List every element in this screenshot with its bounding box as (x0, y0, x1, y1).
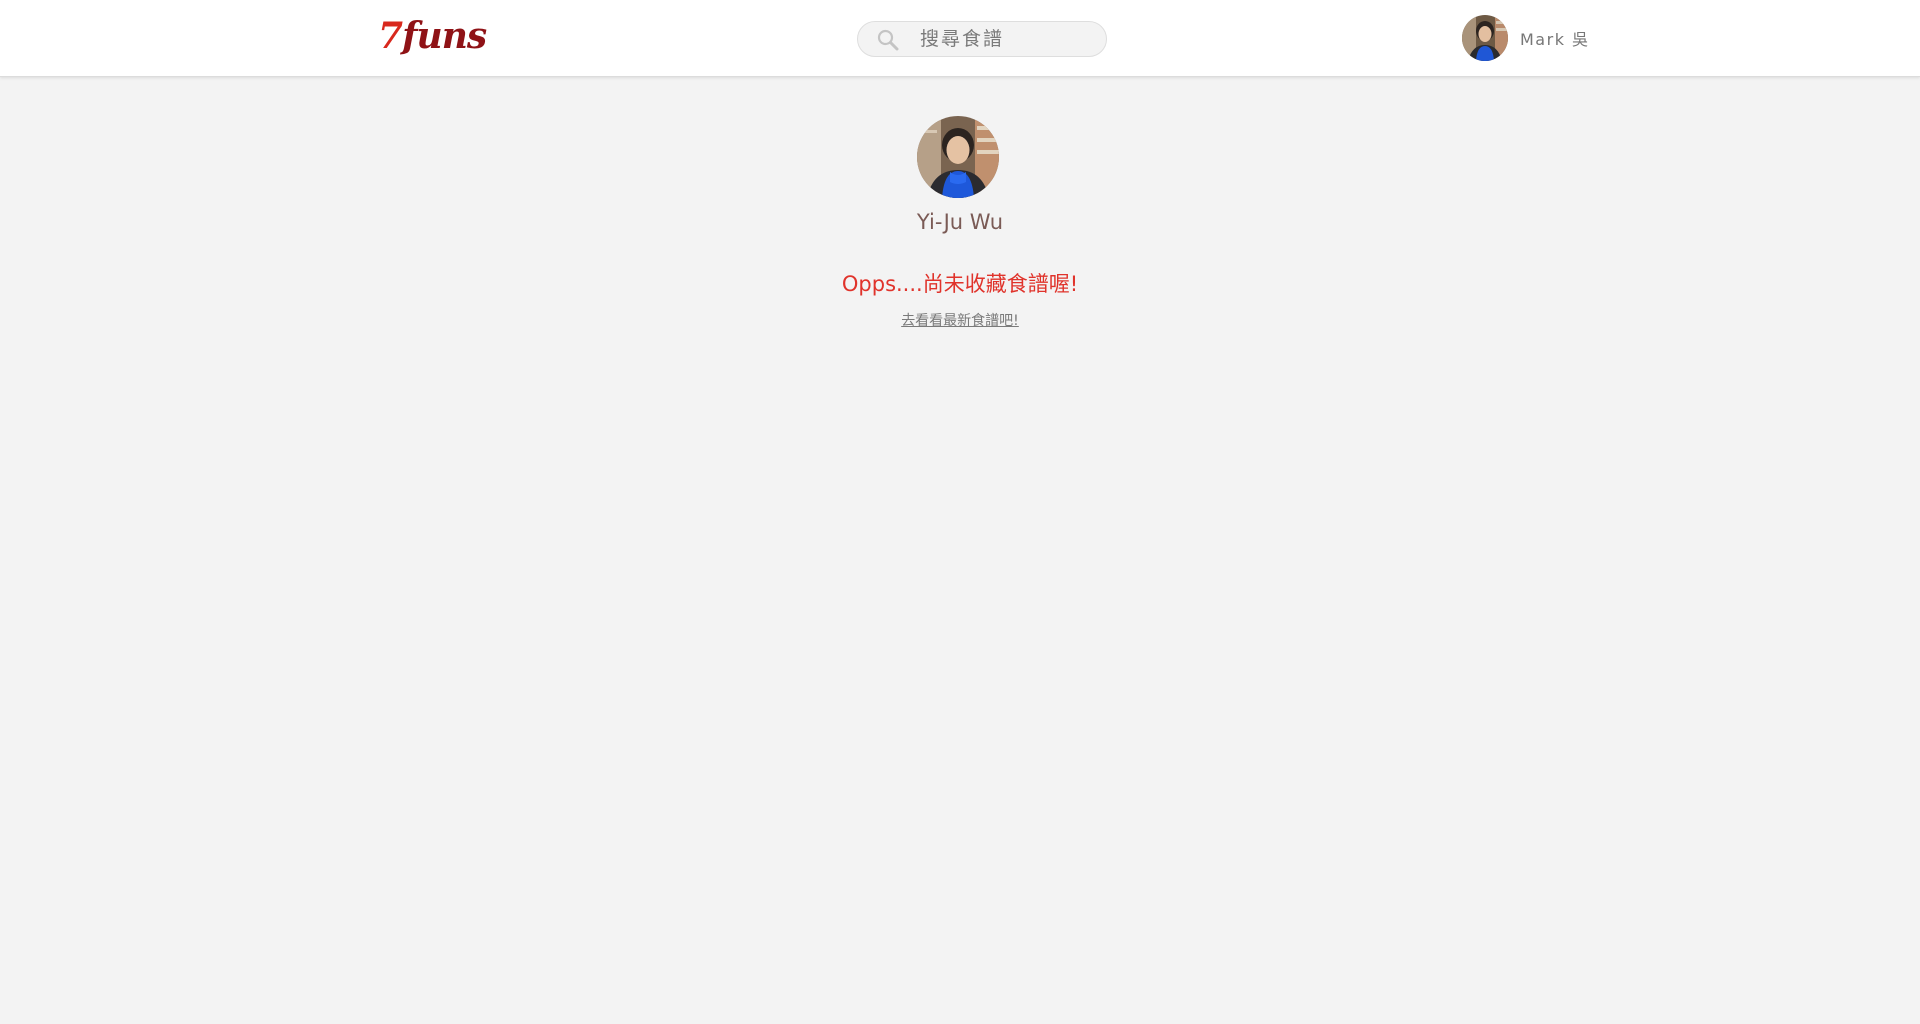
search-box[interactable] (857, 21, 1107, 57)
user-name[interactable]: Mark 吳 (1520, 26, 1590, 50)
7funs-logo[interactable]: 7funs (378, 14, 487, 58)
top-navigation-bar: 7funs Mark 吳 (0, 0, 1920, 77)
profile-avatar (917, 116, 999, 198)
empty-favorites-message: Opps....尚未收藏食譜喔! (841, 272, 1079, 296)
user-menu[interactable]: Mark 吳 (1462, 15, 1590, 61)
browse-latest-recipes-link[interactable]: 去看看最新食譜吧! (901, 312, 1019, 330)
search-icon[interactable] (877, 29, 899, 51)
user-avatar[interactable] (1462, 15, 1508, 61)
logo-text: funs (402, 15, 487, 57)
profile-name: Yi-Ju Wu (916, 210, 1004, 234)
logo-seven: 7 (378, 15, 403, 57)
profile-section: Yi-Ju Wu Opps....尚未收藏食譜喔! 去看看最新食譜吧! (0, 116, 1920, 330)
search-input[interactable] (910, 22, 1094, 56)
